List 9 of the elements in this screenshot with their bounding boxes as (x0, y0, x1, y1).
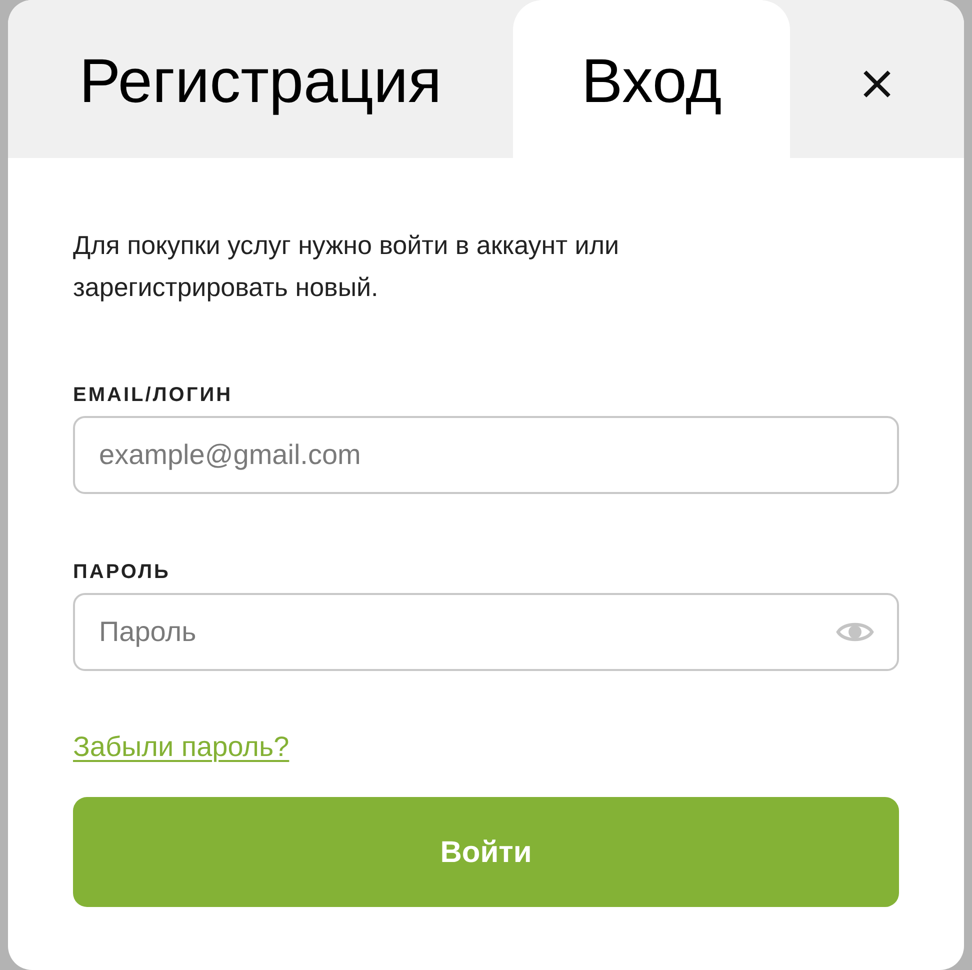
tab[interactable]: Вход (513, 0, 790, 158)
email-field[interactable]: example@gmail.com (73, 416, 899, 494)
tab[interactable]: Регистрация (8, 0, 513, 158)
close-button[interactable] (861, 68, 893, 100)
password-field[interactable]: Пароль (73, 593, 899, 671)
field-label: EMAIL/ЛОГИН (73, 383, 234, 408)
close-icon (863, 70, 891, 98)
intro-text: Для покупки услуг нужно войти в аккаунт или зарегистрировать новый. (73, 229, 620, 304)
field-label: ПАРОЛЬ (73, 560, 172, 585)
